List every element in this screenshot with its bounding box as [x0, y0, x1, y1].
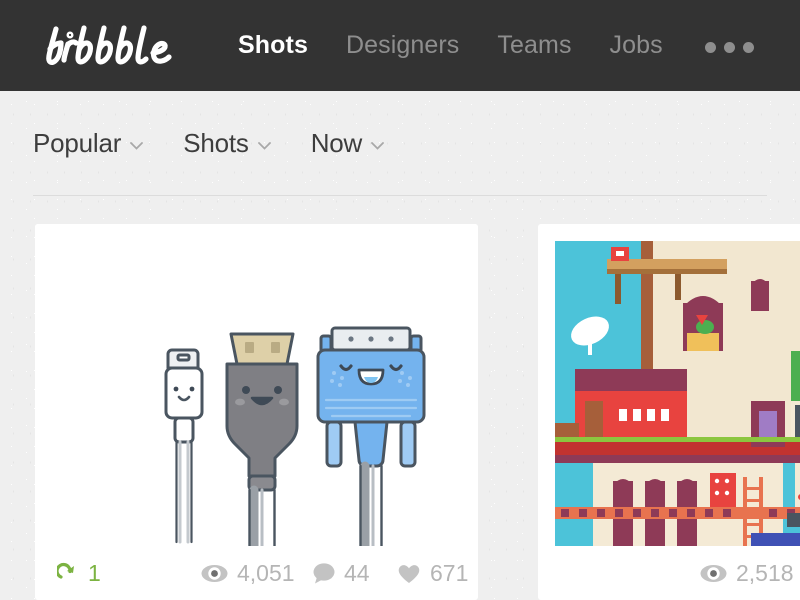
flat-city-illustration [555, 241, 800, 546]
comments-stat[interactable]: 44 [313, 560, 370, 587]
comment-icon [313, 562, 335, 583]
shot-stats-city: 2,518 [538, 546, 800, 600]
shot-stats-cables: 1 4,051 44 671 [35, 546, 478, 600]
site-header: Shots Designers Teams Jobs [0, 0, 800, 91]
filter-sort-label: Popular [33, 127, 122, 158]
filter-time[interactable]: Now [310, 127, 385, 159]
more-menu-icon[interactable] [704, 42, 754, 53]
rebound-stat[interactable]: 1 [57, 560, 101, 587]
more-dot-2 [723, 42, 735, 53]
cable-characters-illustration [164, 326, 426, 546]
nav-item-shots[interactable]: Shots [238, 31, 308, 60]
filter-type[interactable]: Shots [183, 128, 271, 159]
dribbble-logo[interactable] [32, 20, 192, 72]
likes-stat[interactable]: 671 [397, 560, 468, 587]
filter-time-label: Now [310, 127, 363, 158]
shot-card-city[interactable]: 2,518 [538, 224, 800, 600]
views-count: 2,518 [736, 559, 794, 586]
city-scene-svg [555, 241, 800, 546]
filter-type-label: Shots [183, 127, 249, 158]
chevron-down-icon [371, 141, 385, 150]
chevron-down-icon [257, 141, 271, 150]
nav-item-designers[interactable]: Designers [346, 31, 459, 60]
views-stat[interactable]: 2,518 [700, 560, 794, 587]
shot-card-cables[interactable]: 1 4,051 44 671 [35, 224, 478, 600]
page-root: Shots Designers Teams Jobs Popular Shots [0, 0, 800, 600]
views-count: 4,051 [237, 559, 295, 586]
dribbble-logo-icon [46, 24, 172, 65]
rebound-icon [57, 562, 74, 579]
shot-thumbnail-cables[interactable] [35, 224, 478, 546]
nav-item-jobs[interactable]: Jobs [610, 31, 663, 60]
filter-sort[interactable]: Popular [33, 127, 144, 159]
nav-item-teams[interactable]: Teams [497, 31, 571, 60]
more-dot-3 [742, 42, 754, 53]
primary-nav: Shots Designers Teams Jobs [238, 31, 754, 60]
views-stat[interactable]: 4,051 [201, 560, 295, 587]
filter-divider [33, 195, 767, 196]
shot-thumbnail-city[interactable] [538, 224, 800, 546]
rebound-count: 1 [88, 559, 101, 586]
chevron-down-icon [130, 141, 144, 150]
comments-count: 44 [344, 559, 370, 586]
filter-bar: Popular Shots Now [0, 91, 800, 195]
heart-icon [398, 564, 420, 583]
more-dot-1 [704, 42, 716, 53]
likes-count: 671 [430, 559, 469, 586]
eye-icon [700, 564, 727, 582]
eye-icon [201, 564, 228, 582]
